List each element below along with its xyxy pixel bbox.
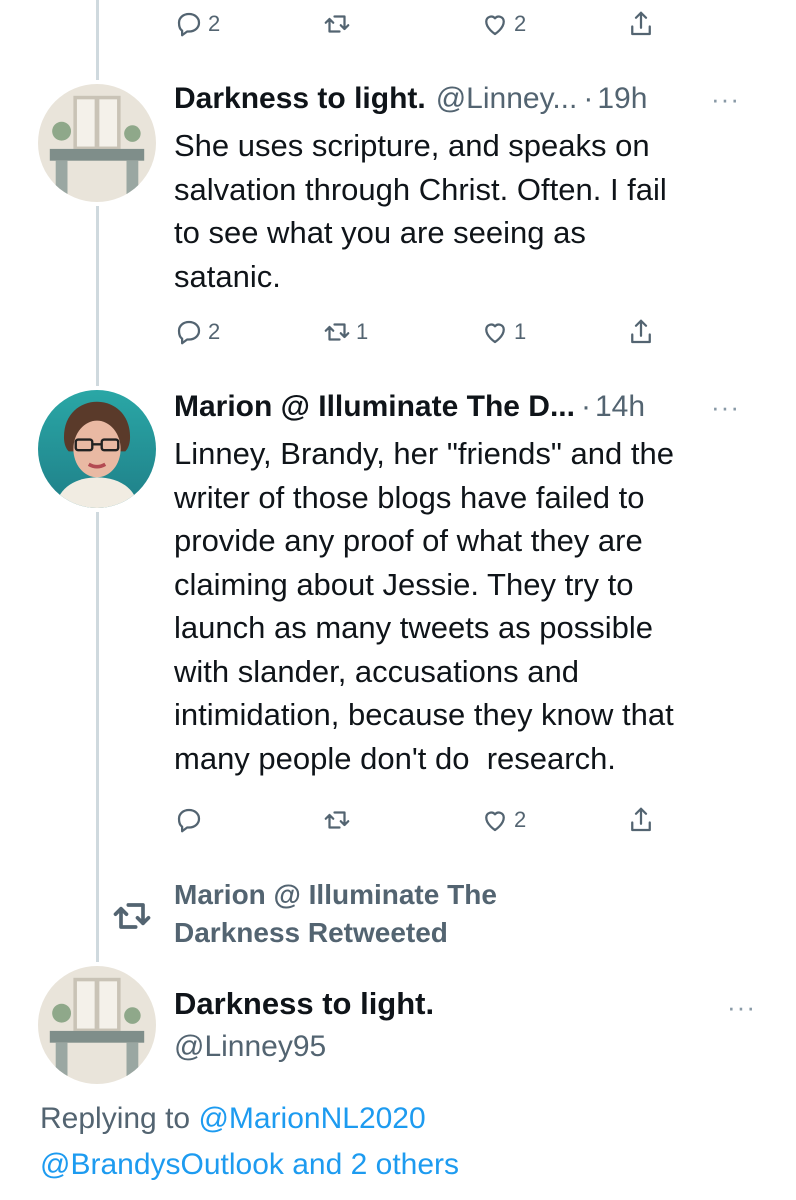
retweet-icon bbox=[113, 903, 151, 929]
like-button[interactable]: 2 bbox=[480, 802, 526, 838]
tweet-header: Darkness to light. @Linney... · 19h ··· bbox=[174, 82, 776, 116]
retweet-button[interactable] bbox=[322, 802, 352, 838]
display-name[interactable]: Darkness to light. bbox=[174, 986, 434, 1022]
like-count: 1 bbox=[514, 319, 527, 344]
avatar[interactable] bbox=[38, 84, 156, 202]
more-icon[interactable]: ··· bbox=[711, 392, 740, 423]
tweet-header: Marion @ Illuminate The D... · 14h ··· bbox=[174, 390, 776, 424]
thread-line-bottom bbox=[96, 512, 99, 962]
username[interactable]: @Linney95 bbox=[174, 1030, 326, 1064]
reply-button[interactable] bbox=[174, 802, 204, 838]
avatar-image bbox=[38, 390, 156, 508]
avatar-image bbox=[38, 84, 156, 202]
tweet-text: Linney, Brandy, her "friends" and the wr… bbox=[174, 436, 674, 776]
thread-line-middle bbox=[96, 206, 99, 386]
share-icon bbox=[631, 807, 651, 832]
retweeted-by-line2: Darkness Retweeted bbox=[174, 917, 448, 948]
retweet-icon bbox=[324, 15, 350, 33]
retweet-button[interactable]: 1 bbox=[322, 314, 368, 350]
like-icon bbox=[485, 811, 505, 832]
avatar[interactable] bbox=[38, 966, 156, 1084]
display-name[interactable]: Marion @ Illuminate The D... bbox=[174, 390, 575, 424]
like-button[interactable]: 2 bbox=[480, 6, 526, 42]
share-button[interactable] bbox=[626, 314, 656, 350]
mention-link[interactable]: @MarionNL2020 bbox=[198, 1102, 425, 1135]
like-button[interactable]: 1 bbox=[480, 314, 526, 350]
share-button[interactable] bbox=[626, 802, 656, 838]
like-icon bbox=[485, 323, 505, 344]
reply-count: 2 bbox=[208, 11, 221, 36]
separator-dot: · bbox=[583, 82, 594, 115]
like-count: 2 bbox=[514, 11, 527, 36]
retweet-button[interactable] bbox=[322, 6, 352, 42]
retweet-count: 1 bbox=[356, 319, 369, 344]
avatar-image bbox=[38, 966, 156, 1084]
share-button[interactable] bbox=[626, 6, 656, 42]
mention-link[interactable]: @BrandysOutlook bbox=[40, 1148, 284, 1181]
reply-icon bbox=[177, 320, 201, 345]
replying-prefix: Replying to bbox=[40, 1102, 199, 1135]
reply-count: 2 bbox=[208, 319, 221, 344]
reply-button[interactable]: 2 bbox=[174, 6, 220, 42]
retweet-icon bbox=[324, 323, 350, 341]
share-icon bbox=[631, 11, 651, 36]
like-count: 2 bbox=[514, 807, 527, 832]
like-icon bbox=[485, 15, 505, 36]
tweet-text: She uses scripture, and speaks on salvat… bbox=[174, 128, 667, 294]
separator-dot: · bbox=[580, 390, 591, 423]
retweeted-by[interactable]: Marion @ Illuminate The Darkness Retweet… bbox=[174, 876, 497, 952]
replying-to: Replying to @MarionNL2020 @BrandysOutloo… bbox=[40, 1096, 459, 1188]
reply-icon bbox=[177, 12, 201, 37]
more-icon[interactable]: ··· bbox=[711, 84, 740, 115]
share-icon bbox=[631, 319, 651, 344]
username[interactable]: @Linney... bbox=[436, 82, 578, 116]
more-icon[interactable]: ··· bbox=[727, 992, 756, 1023]
reply-button[interactable]: 2 bbox=[174, 314, 220, 350]
tweet-actions: 2 1 1 bbox=[174, 314, 674, 350]
avatar[interactable] bbox=[38, 390, 156, 508]
tweet-actions: 2 bbox=[174, 802, 674, 838]
reply-icon bbox=[177, 808, 201, 833]
thread-line-top bbox=[96, 0, 99, 80]
retweet-icon bbox=[324, 811, 350, 829]
timestamp[interactable]: 19h bbox=[597, 82, 647, 116]
others-link[interactable]: and 2 others bbox=[284, 1148, 459, 1181]
display-name[interactable]: Darkness to light. bbox=[174, 82, 426, 116]
top-tweet-actions: 2 2 bbox=[174, 6, 674, 42]
timestamp[interactable]: 14h bbox=[595, 390, 645, 424]
retweeted-by-line1: Marion @ Illuminate The bbox=[174, 879, 497, 910]
